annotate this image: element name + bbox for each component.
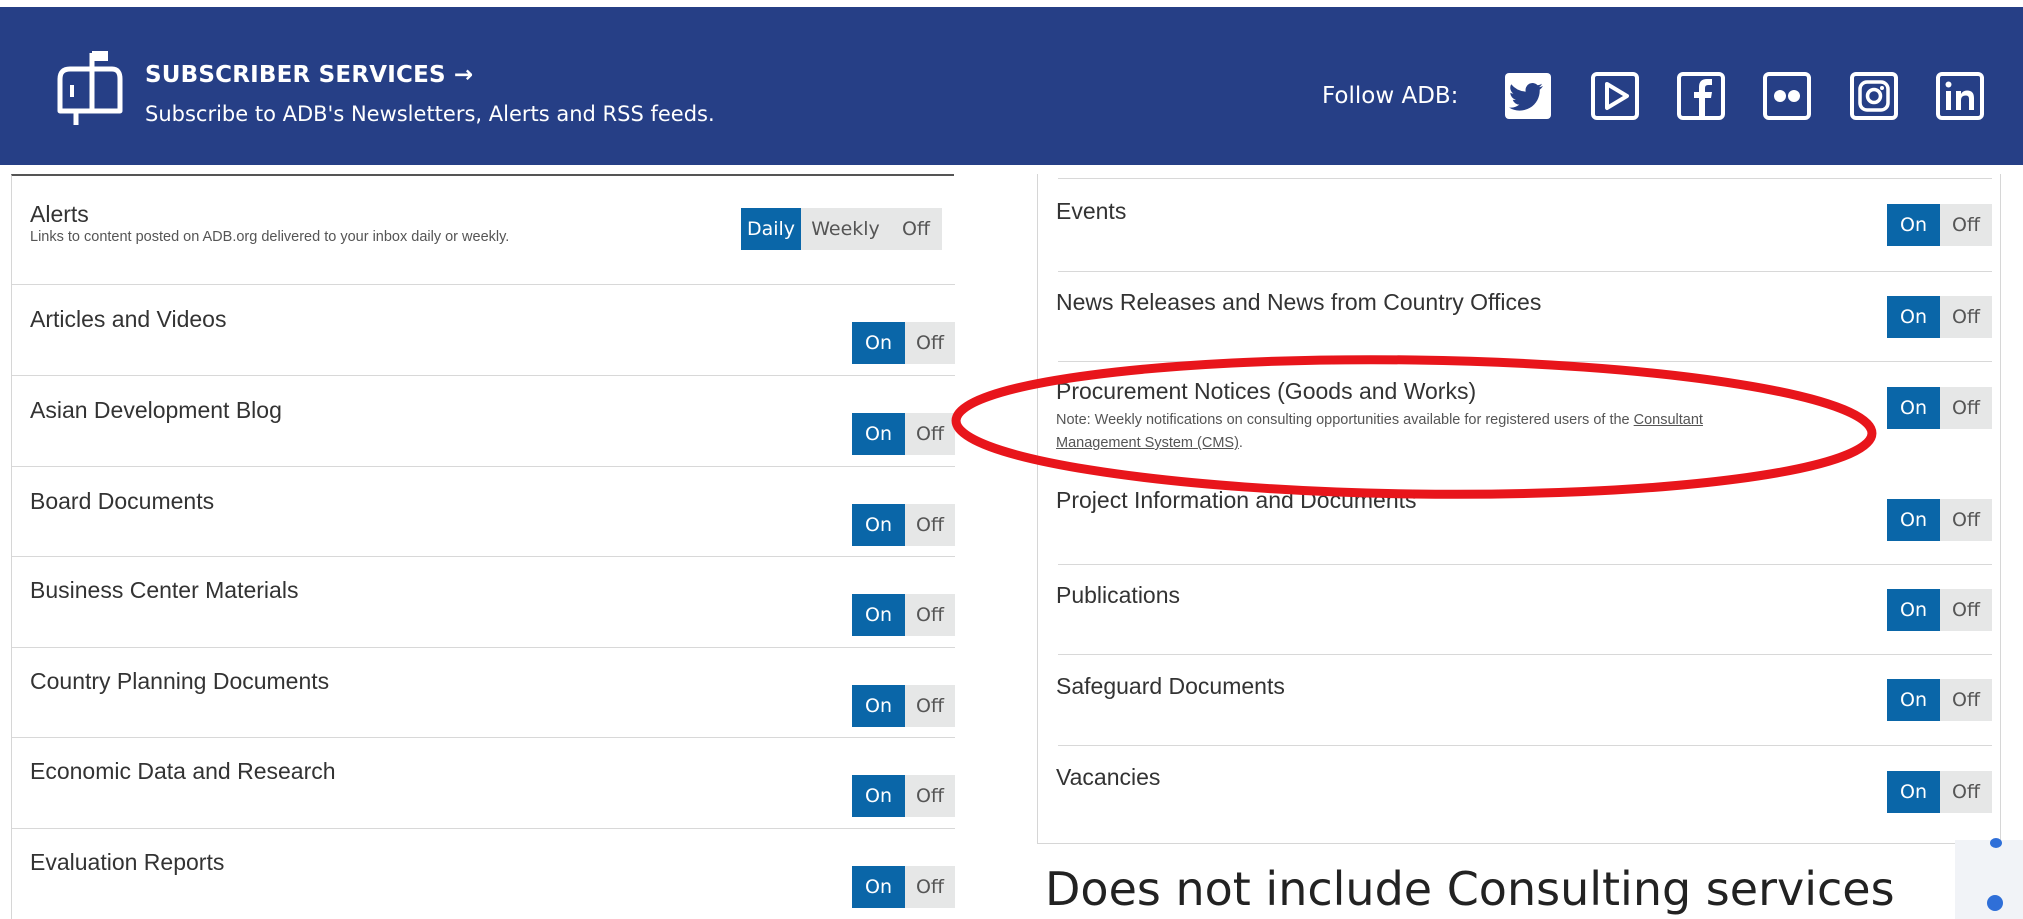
on-option[interactable]: On — [1887, 387, 1940, 429]
articles-and-videos-toggle: On Off — [852, 322, 955, 364]
subscriber-services-banner: SUBSCRIBER SERVICES → Subscribe to ADB's… — [0, 7, 2023, 165]
on-option[interactable]: On — [1887, 296, 1940, 338]
procurement-notices-toggle: On Off — [1887, 387, 1992, 429]
subscriber-services-link[interactable]: SUBSCRIBER SERVICES → — [145, 62, 473, 88]
mailbox-icon — [57, 51, 123, 125]
business-center-materials-title: Business Center Materials — [30, 577, 299, 603]
on-option[interactable]: On — [852, 504, 905, 546]
evaluation-reports-title: Evaluation Reports — [30, 849, 225, 875]
list-item: Events On Off — [1038, 178, 2000, 271]
alerts-title: Alerts — [30, 201, 89, 227]
publications-title: Publications — [1056, 582, 1181, 608]
on-option[interactable]: On — [1887, 679, 1940, 721]
board-documents-title: Board Documents — [30, 488, 215, 514]
list-item: Economic Data and Research On Off — [12, 737, 955, 828]
off-option[interactable]: Off — [905, 866, 955, 908]
list-item: News Releases and News from Country Offi… — [1038, 271, 2000, 361]
vacancies-title: Vacancies — [1056, 764, 1161, 790]
on-option[interactable]: On — [1887, 499, 1940, 541]
news-releases-title: News Releases and News from Country Offi… — [1056, 289, 1542, 315]
on-option[interactable]: On — [852, 775, 905, 817]
off-option[interactable]: Off — [905, 504, 955, 546]
articles-and-videos-title: Articles and Videos — [30, 306, 227, 332]
flickr-icon[interactable] — [1761, 70, 1813, 122]
list-item: Business Center Materials On Off — [12, 556, 955, 647]
subscription-list-left: Alerts Links to content posted on ADB.or… — [11, 174, 955, 919]
news-releases-toggle: On Off — [1887, 296, 1992, 338]
vacancies-toggle: On Off — [1887, 771, 1992, 813]
follow-adb-label: Follow ADB: — [1322, 83, 1459, 109]
on-option[interactable]: On — [1887, 204, 1940, 246]
publications-toggle: On Off — [1887, 589, 1992, 631]
business-center-materials-toggle: On Off — [852, 594, 955, 636]
economic-data-and-research-title: Economic Data and Research — [30, 758, 336, 784]
facebook-icon[interactable] — [1675, 70, 1727, 122]
asian-development-blog-toggle: On Off — [852, 413, 955, 455]
youtube-icon[interactable] — [1589, 70, 1641, 122]
instagram-icon[interactable] — [1848, 70, 1900, 122]
bullet-dot — [1990, 838, 2002, 848]
on-option[interactable]: On — [852, 594, 905, 636]
off-option[interactable]: Off — [1940, 296, 1992, 338]
annotation-text: Does not include Consulting services — [1045, 862, 1895, 916]
list-item: Country Planning Documents On Off — [12, 647, 955, 737]
board-documents-toggle: On Off — [852, 504, 955, 546]
list-item: Vacancies On Off — [1038, 745, 2000, 844]
alerts-description: Links to content posted on ADB.org deliv… — [30, 229, 510, 245]
daily-option[interactable]: Daily — [741, 208, 801, 250]
linkedin-icon[interactable] — [1934, 70, 1986, 122]
list-item: Evaluation Reports On Off — [12, 828, 955, 919]
off-option[interactable]: Off — [1940, 679, 1992, 721]
highlight-ellipse — [951, 355, 1877, 499]
subscriber-services-description: Subscribe to ADB's Newsletters, Alerts a… — [145, 102, 715, 126]
list-item: Board Documents On Off — [12, 466, 955, 556]
on-option[interactable]: On — [1887, 771, 1940, 813]
off-option[interactable]: Off — [905, 775, 955, 817]
weekly-option[interactable]: Weekly — [801, 208, 890, 250]
off-option[interactable]: Off — [1940, 387, 1992, 429]
on-option[interactable]: On — [1887, 589, 1940, 631]
on-option[interactable]: On — [852, 413, 905, 455]
country-planning-documents-toggle: On Off — [852, 685, 955, 727]
off-option[interactable]: Off — [905, 594, 955, 636]
evaluation-reports-toggle: On Off — [852, 866, 955, 908]
events-toggle: On Off — [1887, 204, 1992, 246]
off-option[interactable]: Off — [1940, 589, 1992, 631]
country-planning-documents-title: Country Planning Documents — [30, 668, 330, 694]
list-item: Asian Development Blog On Off — [12, 375, 955, 466]
off-option[interactable]: Off — [1940, 771, 1992, 813]
subscription-list-right: Events On Off News Releases and News fro… — [1037, 174, 2001, 844]
on-option[interactable]: On — [852, 322, 905, 364]
off-option[interactable]: Off — [890, 208, 942, 250]
list-item: Publications On Off — [1038, 564, 2000, 654]
list-item: Safeguard Documents On Off — [1038, 654, 2000, 745]
safeguard-documents-toggle: On Off — [1887, 679, 1992, 721]
list-item: Articles and Videos On Off — [12, 284, 955, 375]
project-information-toggle: On Off — [1887, 499, 1992, 541]
off-option[interactable]: Off — [1940, 499, 1992, 541]
safeguard-documents-title: Safeguard Documents — [1056, 673, 1285, 699]
bullet-dot — [1987, 895, 2003, 911]
twitter-icon[interactable] — [1502, 70, 1554, 122]
list-item: Alerts Links to content posted on ADB.or… — [12, 176, 954, 284]
alerts-frequency-selector: Daily Weekly Off — [741, 208, 942, 250]
on-option[interactable]: On — [852, 866, 905, 908]
off-option[interactable]: Off — [1940, 204, 1992, 246]
on-option[interactable]: On — [852, 685, 905, 727]
off-option[interactable]: Off — [905, 685, 955, 727]
economic-data-and-research-toggle: On Off — [852, 775, 955, 817]
events-title: Events — [1056, 198, 1127, 224]
asian-development-blog-title: Asian Development Blog — [30, 397, 282, 423]
